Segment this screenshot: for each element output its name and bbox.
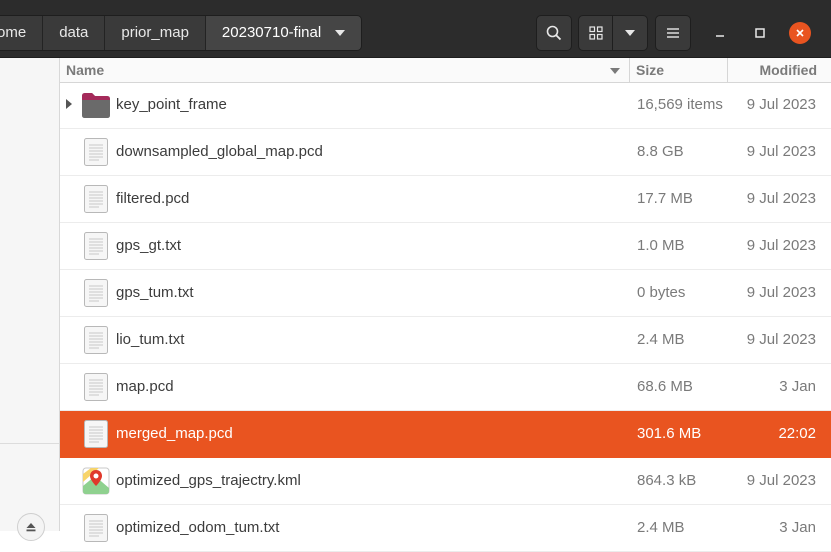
maximize-button[interactable] [749, 22, 771, 44]
breadcrumb-current[interactable]: 20230710-final [205, 16, 362, 50]
text-file-icon [81, 137, 111, 167]
file-row[interactable]: gps_tum.txt 0 bytes 9 Jul 2023 [60, 270, 831, 317]
file-size: 68.6 MB [637, 378, 693, 395]
file-row[interactable]: filtered.pcd 17.7 MB 9 Jul 2023 [60, 176, 831, 223]
search-button[interactable] [536, 15, 572, 51]
file-size: 2.4 MB [637, 331, 685, 348]
sidebar [0, 58, 60, 541]
file-row[interactable]: gps_gt.txt 1.0 MB 9 Jul 2023 [60, 223, 831, 270]
minimize-button[interactable] [709, 22, 731, 44]
grid-icon [589, 26, 603, 40]
breadcrumb-data[interactable]: data [43, 16, 106, 50]
file-size: 17.7 MB [637, 190, 693, 207]
file-row[interactable]: lio_tum.txt 2.4 MB 9 Jul 2023 [60, 317, 831, 364]
file-name: filtered.pcd [116, 190, 190, 207]
file-size: 0 bytes [637, 284, 686, 301]
minimize-icon [716, 35, 724, 37]
file-row[interactable]: optimized_odom_tum.txt 2.4 MB 3 Jan [60, 505, 831, 552]
text-file-icon [81, 278, 111, 308]
text-file-icon [81, 372, 111, 402]
file-row[interactable]: optimized_gps_trajectry.kml 864.3 kB 9 Jul… [60, 458, 831, 505]
breadcrumb-label: ome [0, 24, 27, 41]
eject-icon [26, 523, 36, 532]
map-file-icon [81, 466, 111, 496]
file-modified: 9 Jul 2023 [746, 284, 816, 301]
file-name: lio_tum.txt [116, 331, 185, 348]
file-size: 2.4 MB [637, 519, 685, 536]
file-size: 8.8 GB [637, 143, 684, 160]
close-icon [796, 29, 804, 37]
file-row[interactable]: map.pcd 68.6 MB 3 Jan [60, 364, 831, 411]
breadcrumb-label: 20230710-final [221, 24, 322, 41]
search-icon [546, 25, 562, 41]
header-bar: ome data prior_map 20230710-final [0, 0, 831, 58]
folder-icon [81, 90, 111, 120]
file-modified: 9 Jul 2023 [746, 143, 816, 160]
eject-button[interactable] [17, 513, 45, 541]
file-size: 16,569 items [637, 96, 723, 113]
text-file-icon [81, 325, 111, 355]
file-name: gps_gt.txt [116, 237, 182, 254]
file-modified: 9 Jul 2023 [746, 331, 816, 348]
text-file-icon [81, 184, 111, 214]
close-button[interactable] [789, 22, 811, 44]
file-modified: 9 Jul 2023 [746, 190, 816, 207]
chevron-down-icon [625, 30, 635, 36]
breadcrumb-home[interactable]: ome [0, 16, 44, 50]
file-name: optimized_gps_trajectry.kml [116, 472, 301, 489]
sort-descending-icon [610, 68, 620, 74]
file-size: 301.6 MB [637, 425, 702, 442]
breadcrumb-label: data [59, 24, 89, 41]
chevron-down-icon [335, 30, 346, 36]
hamburger-menu-icon [667, 28, 679, 38]
column-size[interactable]: Size [636, 62, 664, 78]
column-header: Name Size Modified [60, 58, 831, 83]
expand-arrow-icon[interactable] [66, 99, 72, 109]
menu-button[interactable] [655, 15, 691, 51]
folder-row[interactable]: key_point_frame 16,569 items 9 Jul 2023 [60, 82, 831, 129]
sidebar-divider [0, 443, 59, 444]
view-options-button[interactable] [612, 15, 648, 51]
file-name: gps_tum.txt [116, 284, 194, 301]
breadcrumb-label: prior_map [121, 24, 189, 41]
column-divider [727, 58, 728, 82]
file-modified: 3 Jan [779, 519, 816, 536]
file-modified: 9 Jul 2023 [746, 237, 816, 254]
file-row[interactable]: downsampled_global_map.pcd 8.8 GB 9 Jul 20… [60, 129, 831, 176]
file-name: map.pcd [116, 378, 174, 395]
file-name: downsampled_global_map.pcd [116, 143, 323, 160]
text-file-icon [81, 419, 111, 449]
file-size: 1.0 MB [637, 237, 685, 254]
column-divider [629, 58, 630, 82]
grid-view-button[interactable] [578, 15, 614, 51]
maximize-icon [755, 28, 765, 38]
file-name: merged_map.pcd [116, 425, 233, 442]
column-modified[interactable]: Modified [759, 62, 817, 78]
file-size: 864.3 kB [637, 472, 697, 489]
column-name[interactable]: Name [66, 62, 104, 78]
file-modified: 9 Jul 2023 [746, 472, 816, 489]
breadcrumb: ome data prior_map 20230710-final [0, 15, 363, 51]
file-modified: 22:02 [778, 425, 816, 442]
file-modified: 9 Jul 2023 [746, 96, 816, 113]
text-file-icon [81, 231, 111, 261]
file-name: key_point_frame [116, 96, 227, 113]
file-list: key_point_frame 16,569 items 9 Jul 2023 dow… [60, 82, 831, 552]
file-name: optimized_odom_tum.txt [116, 519, 280, 536]
text-file-icon [81, 513, 111, 543]
file-modified: 3 Jan [779, 378, 816, 395]
file-row[interactable]: merged_map.pcd 301.6 MB 22:02 [60, 411, 831, 458]
breadcrumb-prior-map[interactable]: prior_map [105, 16, 206, 50]
